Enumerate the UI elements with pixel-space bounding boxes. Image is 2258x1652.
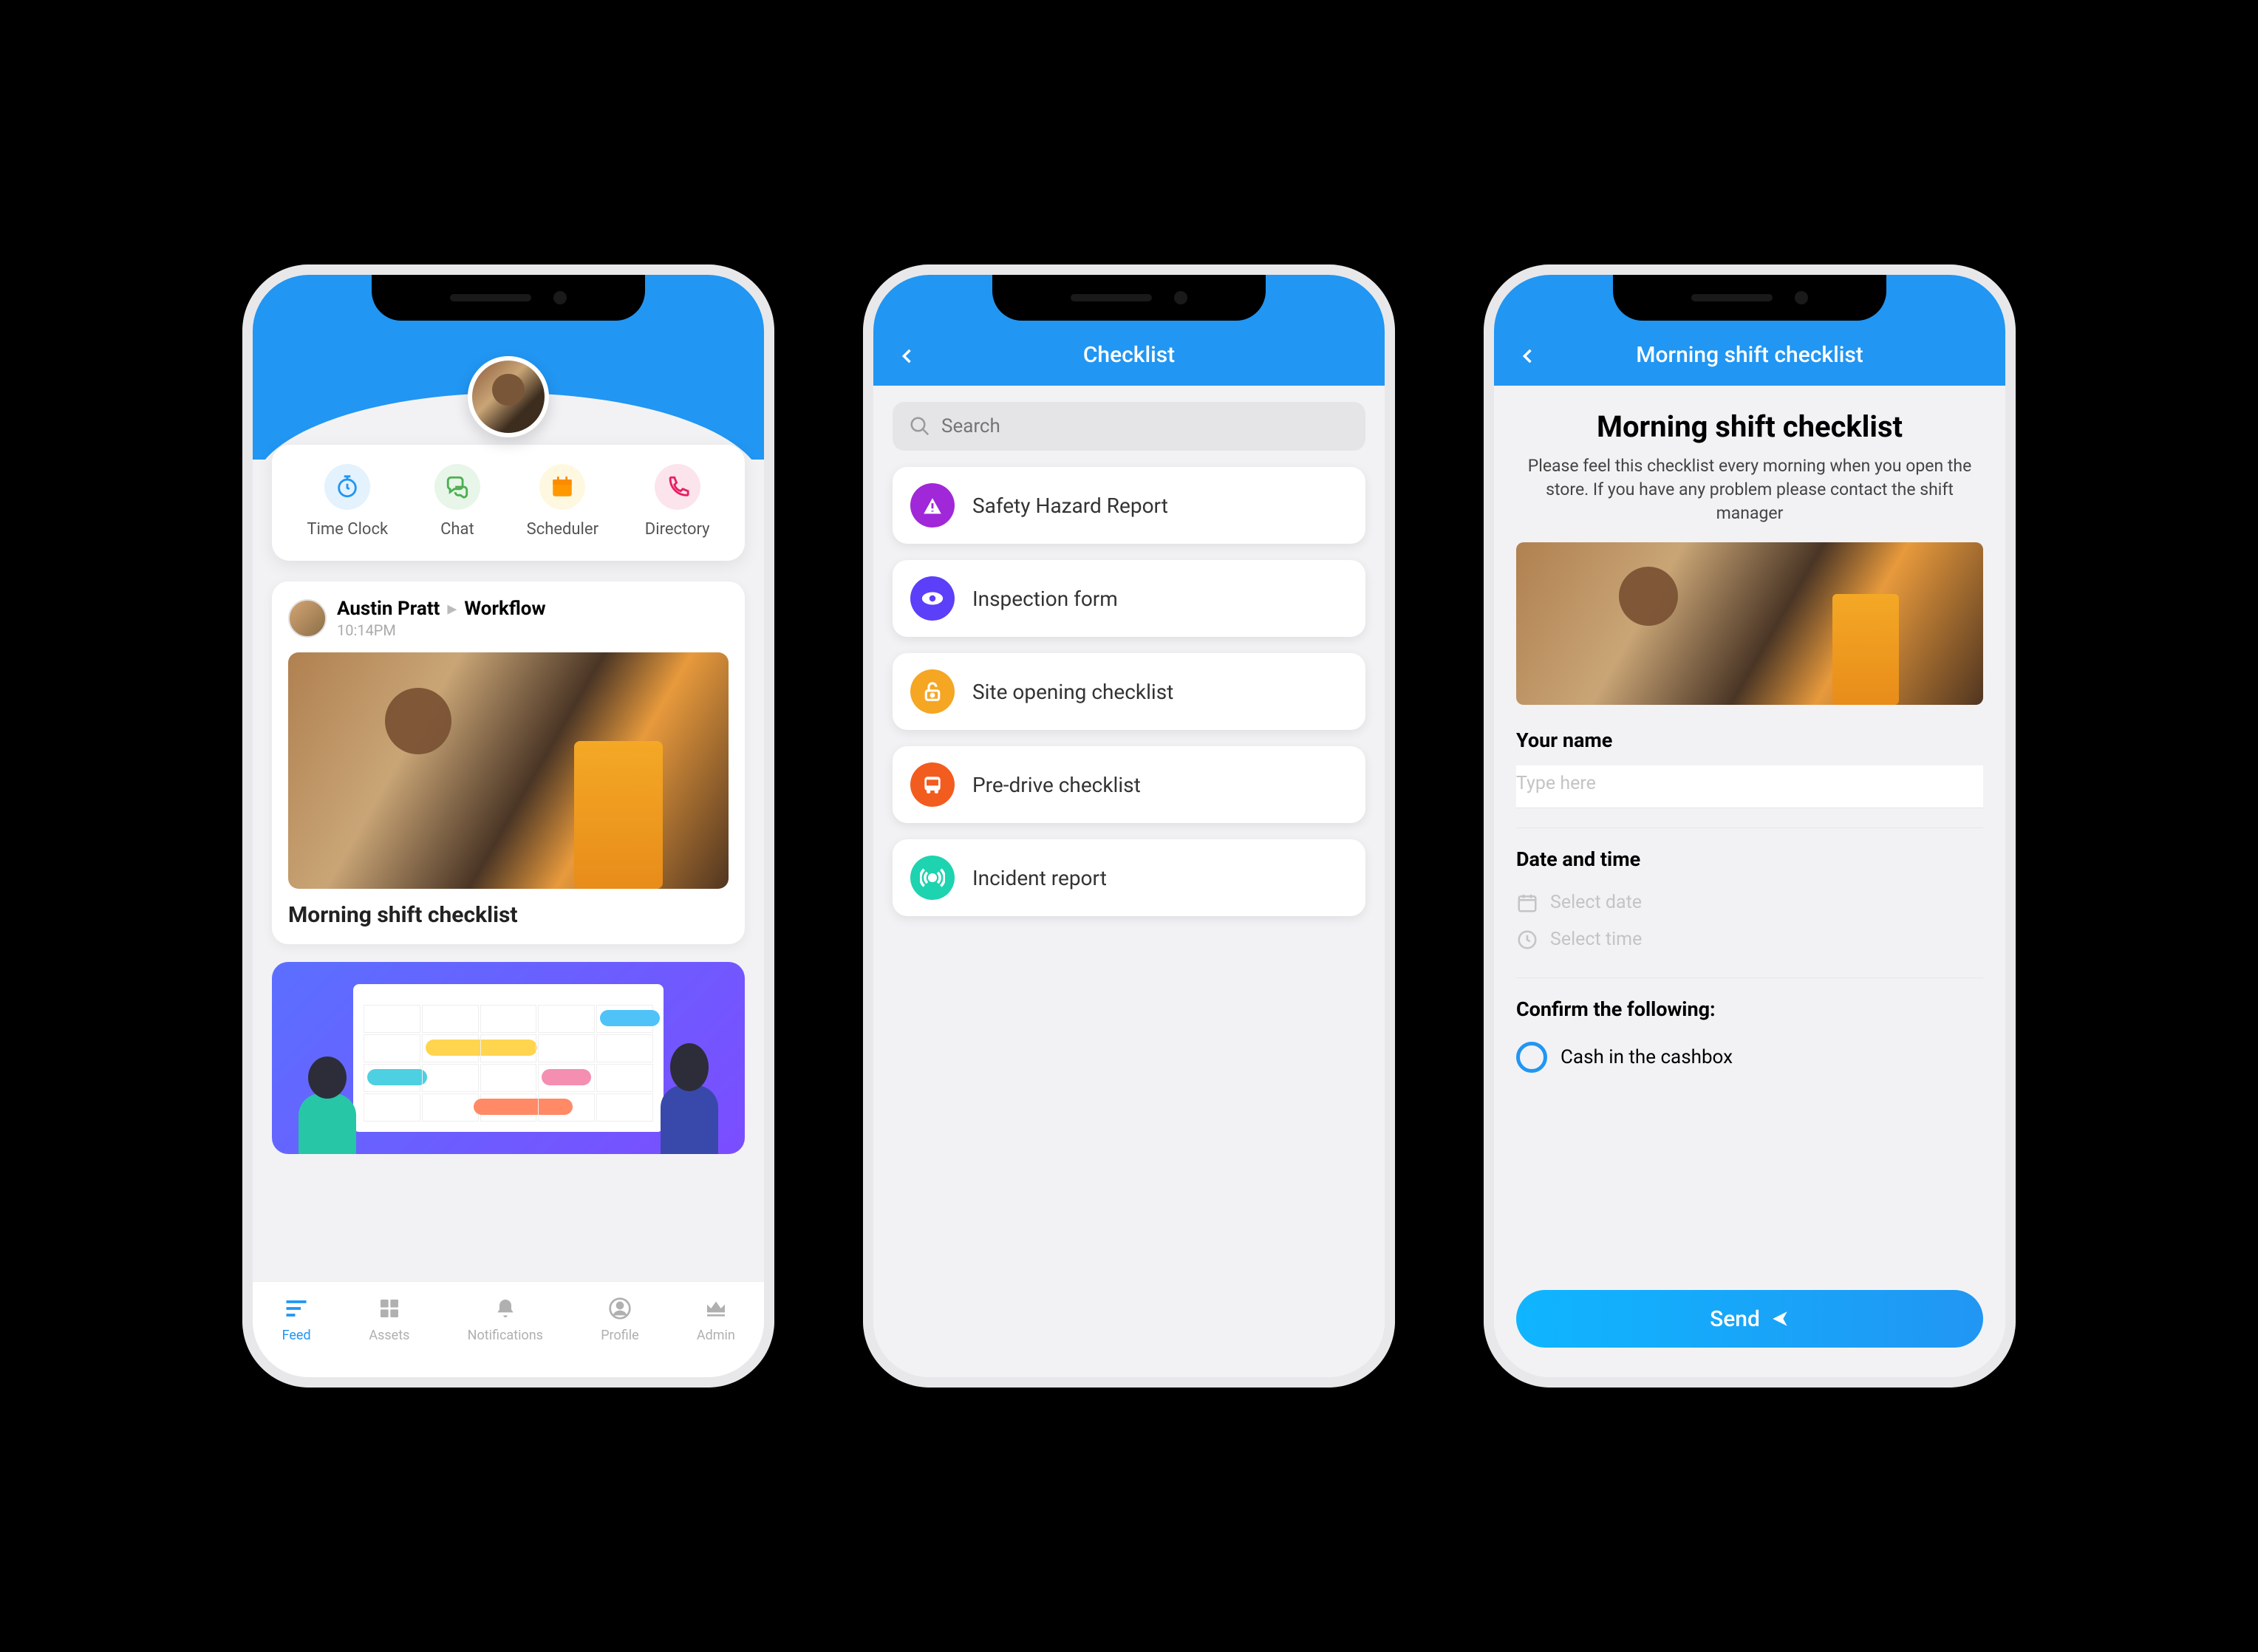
post-author-row: Austin Pratt ▸ Workflow: [337, 598, 729, 620]
tab-label: Admin: [697, 1328, 735, 1343]
quick-actions: Time Clock Chat Scheduler Directory: [272, 445, 745, 561]
form-title: Morning shift checklist: [1516, 409, 1983, 444]
search-icon: [909, 415, 931, 437]
bus-icon: [910, 762, 955, 807]
time-field[interactable]: Select time: [1516, 921, 1983, 958]
datetime-label: Date and time: [1516, 847, 1983, 871]
tab-admin[interactable]: Admin: [697, 1294, 735, 1343]
clock-icon: [1516, 929, 1538, 951]
phone-checklist: Checklist Safety Hazard Report Inspectio…: [863, 264, 1395, 1388]
send-icon: [1770, 1309, 1790, 1328]
schedule-promo-card[interactable]: [272, 962, 745, 1154]
post-title: Morning shift checklist: [288, 902, 729, 928]
back-button[interactable]: [893, 341, 922, 371]
page-title: Checklist: [1083, 342, 1175, 368]
tab-label: Feed: [282, 1328, 311, 1343]
quick-time-clock[interactable]: Time Clock: [307, 464, 388, 539]
tab-label: Assets: [369, 1328, 409, 1343]
quick-label: Scheduler: [527, 520, 598, 539]
divider: [1516, 827, 1983, 828]
feed-post[interactable]: Austin Pratt ▸ Workflow 10:14PM Morning …: [272, 581, 745, 944]
checklist-item[interactable]: Pre-drive checklist: [893, 746, 1365, 823]
tab-assets[interactable]: Assets: [369, 1294, 409, 1343]
option-label: Cash in the cashbox: [1561, 1046, 1733, 1068]
form-hero-image: [1516, 542, 1983, 705]
quick-label: Chat: [440, 520, 474, 539]
chat-icon: [434, 464, 480, 510]
quick-chat[interactable]: Chat: [434, 464, 480, 539]
search-input[interactable]: [941, 415, 1349, 437]
form-subtitle: Please feel this checklist every morning…: [1516, 454, 1983, 526]
checklist-item[interactable]: Site opening checklist: [893, 653, 1365, 730]
post-image: [288, 652, 729, 889]
tab-label: Profile: [601, 1328, 638, 1343]
calendar-icon: [1516, 892, 1538, 914]
tab-profile[interactable]: Profile: [601, 1294, 638, 1343]
send-label: Send: [1710, 1306, 1760, 1332]
grid-icon: [375, 1294, 404, 1323]
item-label: Safety Hazard Report: [972, 494, 1168, 518]
eye-icon: [910, 576, 955, 621]
post-time: 10:14PM: [337, 621, 729, 639]
stopwatch-icon: [324, 464, 370, 510]
checklist-item[interactable]: Inspection form: [893, 560, 1365, 637]
checklist-list: Safety Hazard Report Inspection form Sit…: [873, 467, 1385, 916]
schedule-illustration: [353, 984, 664, 1132]
post-target: Workflow: [464, 598, 545, 620]
calendar-icon: [539, 464, 585, 510]
warning-icon: [910, 483, 955, 528]
post-author: Austin Pratt: [337, 598, 440, 620]
feed-icon: [282, 1294, 311, 1323]
feed-list[interactable]: Austin Pratt ▸ Workflow 10:14PM Morning …: [253, 561, 764, 1154]
phone-feed: Time Clock Chat Scheduler Directory: [242, 264, 774, 1388]
quick-label: Directory: [645, 520, 710, 539]
feed-screen: Time Clock Chat Scheduler Directory: [253, 275, 764, 1377]
checklist-item[interactable]: Safety Hazard Report: [893, 467, 1365, 544]
broadcast-icon: [910, 856, 955, 900]
post-author-avatar[interactable]: [288, 599, 327, 638]
search-bar[interactable]: [893, 402, 1365, 451]
bottom-tabs: Feed Assets Notifications Profile Admin: [253, 1281, 764, 1377]
quick-directory[interactable]: Directory: [645, 464, 710, 539]
date-field[interactable]: Select date: [1516, 884, 1983, 921]
tab-notifications[interactable]: Notifications: [468, 1294, 543, 1343]
form-body[interactable]: Morning shift checklist Please feel this…: [1494, 386, 2005, 1377]
item-label: Inspection form: [972, 587, 1118, 611]
radio-icon: [1516, 1042, 1547, 1073]
phone-icon: [655, 464, 700, 510]
item-label: Site opening checklist: [972, 680, 1173, 704]
phone-form: Morning shift checklist Morning shift ch…: [1484, 264, 2016, 1388]
tab-feed[interactable]: Feed: [282, 1294, 311, 1343]
date-placeholder: Select date: [1550, 892, 1642, 913]
confirm-label: Confirm the following:: [1516, 997, 1983, 1021]
lock-icon: [910, 669, 955, 714]
bell-icon: [491, 1294, 520, 1323]
notch: [1613, 275, 1886, 321]
tab-label: Notifications: [468, 1328, 543, 1343]
back-button[interactable]: [1513, 341, 1543, 371]
quick-scheduler[interactable]: Scheduler: [527, 464, 598, 539]
profile-icon: [605, 1294, 635, 1323]
item-label: Incident report: [972, 866, 1107, 890]
send-button[interactable]: Send: [1516, 1290, 1983, 1348]
confirm-option[interactable]: Cash in the cashbox: [1516, 1034, 1983, 1080]
breadcrumb-arrow-icon: ▸: [447, 598, 457, 620]
page-title: Morning shift checklist: [1636, 342, 1863, 368]
crown-icon: [701, 1294, 731, 1323]
user-avatar[interactable]: [468, 356, 549, 437]
divider: [1516, 977, 1983, 978]
checklist-item[interactable]: Incident report: [893, 839, 1365, 916]
item-label: Pre-drive checklist: [972, 773, 1141, 797]
time-placeholder: Select time: [1550, 929, 1642, 950]
name-input[interactable]: [1516, 765, 1983, 808]
name-label: Your name: [1516, 728, 1983, 752]
notch: [372, 275, 645, 321]
notch: [992, 275, 1266, 321]
quick-label: Time Clock: [307, 520, 388, 539]
